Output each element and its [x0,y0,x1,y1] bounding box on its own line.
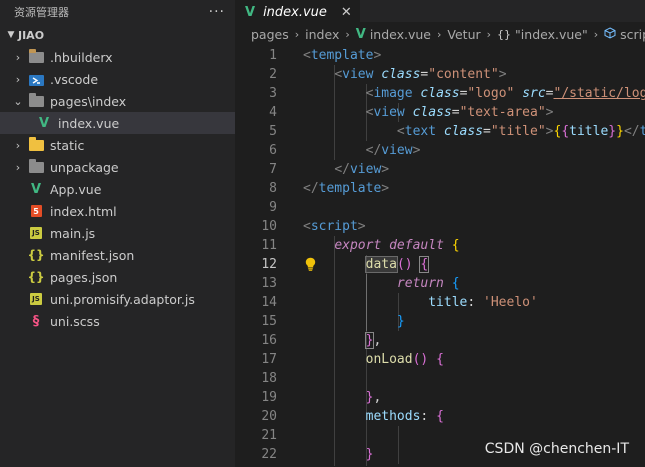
code-line: 15 } [261,314,405,329]
watermark: CSDN @chenchen-IT [484,441,629,457]
code-line: 18 [261,371,277,386]
tree-item-hbuilderx[interactable]: › .hbuilderx [0,46,235,68]
code-line: 5 <text class="title">{{title}}</te [269,124,645,139]
code-line-current: 12 data() { [261,256,430,273]
tree-item-index-vue[interactable]: V index.vue [0,112,235,134]
code-line: 7 </view> [269,162,390,177]
tree-item-pages-json[interactable]: {} pages.json [0,266,235,288]
breadcrumb-item[interactable]: pages [251,27,289,42]
js-file-icon: JS [28,292,44,306]
tree-item-unpackage[interactable]: › unpackage [0,156,235,178]
code-line: 11 export default { [261,238,460,253]
html-file-icon: 5 [28,204,44,218]
editor-tab-bar: V index.vue ✕ [235,0,645,23]
file-tree: › .hbuilderx › .vscode ⌄ pages\index V i… [0,46,235,332]
code-line: 20 methods: { [261,409,444,424]
tree-item-label: .hbuilderx [50,49,113,65]
code-line: 3 <image class="logo" src="/static/logo [269,86,645,101]
code-editor: V index.vue ✕ pages › index › V index.vu… [235,0,645,467]
code-line: 14 title: 'Heelo' [261,295,538,310]
code-area[interactable]: 1 <template> 2 <view class="content"> 3 <… [235,46,645,466]
folder-open-icon [28,92,44,108]
tree-item-label: unpackage [50,159,119,175]
braces-icon: {} [497,27,512,41]
tree-item-manifest-json[interactable]: {} manifest.json [0,244,235,266]
code-line: 2 <view class="content"> [269,67,507,82]
chevron-right-icon: › [593,27,599,41]
breadcrumb-item[interactable]: Vetur [447,27,480,42]
breadcrumb-item[interactable]: index.vue [370,27,431,42]
chevron-down-icon: ▼ [7,30,15,40]
tree-item-vscode[interactable]: › .vscode [0,68,235,90]
chevron-right-icon: › [294,27,300,41]
tree-item-label: pages\index [50,93,127,109]
explorer-sidebar: 资源管理器 ··· ▼ JIAO › .hbuilderx › .vscode … [0,0,235,467]
tree-item-label: uni.scss [50,313,100,329]
js-file-icon: JS [28,226,44,240]
code-line: 6 </view> [269,143,421,158]
code-line: 1 <template> [269,48,382,63]
chevron-down-icon: ⌄ [13,94,23,108]
tree-item-static[interactable]: › static [0,134,235,156]
tree-item-uni-scss[interactable]: § uni.scss [0,310,235,332]
tree-item-label: .vscode [50,71,99,87]
tree-item-uni-promisify[interactable]: JS uni.promisify.adaptor.js [0,288,235,310]
explorer-title: 资源管理器 [14,6,69,19]
code-line: 19 }, [261,390,382,405]
tree-item-label: manifest.json [50,247,135,263]
code-line: 16 }, [261,332,382,349]
chevron-right-icon: › [15,50,21,64]
chevron-right-icon: › [15,72,21,86]
explorer-title-bar: 资源管理器 ··· [0,0,235,24]
tree-item-main-js[interactable]: JS main.js [0,222,235,244]
chevron-right-icon: › [437,27,442,41]
more-actions-icon[interactable]: ··· [209,4,225,20]
scss-file-icon: § [32,313,40,329]
code-line: 10 <script> [261,219,366,234]
code-line: 8 </template> [269,181,390,196]
tree-item-label: uni.promisify.adaptor.js [50,291,195,307]
static-folder-icon [28,136,44,152]
vue-file-icon: V [355,26,366,42]
breadcrumb-item[interactable]: script [620,27,645,42]
code-line: 4 <view class="text-area"> [269,105,554,120]
json-file-icon: {} [27,270,45,284]
tree-item-app-vue[interactable]: V App.vue [0,178,235,200]
tree-item-label: index.html [50,203,117,219]
tree-item-pages-index[interactable]: ⌄ pages\index [0,90,235,112]
workspace-name: JIAO [18,28,45,42]
code-line: 9 [269,200,277,215]
lightbulb-icon[interactable] [305,257,316,275]
tab-label: index.vue [263,4,327,20]
cube-icon [604,26,616,42]
code-line: 13 return { [261,276,460,291]
tree-item-label: pages.json [50,269,118,285]
tree-item-label: App.vue [50,181,102,197]
workspace-section-header[interactable]: ▼ JIAO [0,24,235,46]
tree-item-label: index.vue [58,115,120,131]
folder-icon [28,158,44,174]
code-line: 17 onLoad() { [261,352,444,367]
vue-file-icon: V [38,115,50,131]
chevron-right-icon: › [486,27,492,41]
tree-item-index-html[interactable]: 5 index.html [0,200,235,222]
chevron-right-icon: › [15,160,21,174]
breadcrumb-item[interactable]: "index.vue" [515,27,588,42]
chevron-right-icon: › [15,138,21,152]
vscode-folder-icon [28,72,44,86]
tree-item-label: static [50,137,85,153]
tab-index-vue[interactable]: V index.vue ✕ [235,0,360,23]
breadcrumb-item[interactable]: index [305,27,339,42]
folder-icon [28,48,44,64]
chevron-right-icon: › [345,27,350,41]
breadcrumb: pages › index › V index.vue › Vetur › {}… [235,22,645,46]
tree-item-label: main.js [50,225,96,241]
vue-file-icon: V [30,181,42,197]
close-icon[interactable]: ✕ [341,5,352,20]
vue-file-icon: V [245,4,256,20]
json-file-icon: {} [27,248,45,262]
